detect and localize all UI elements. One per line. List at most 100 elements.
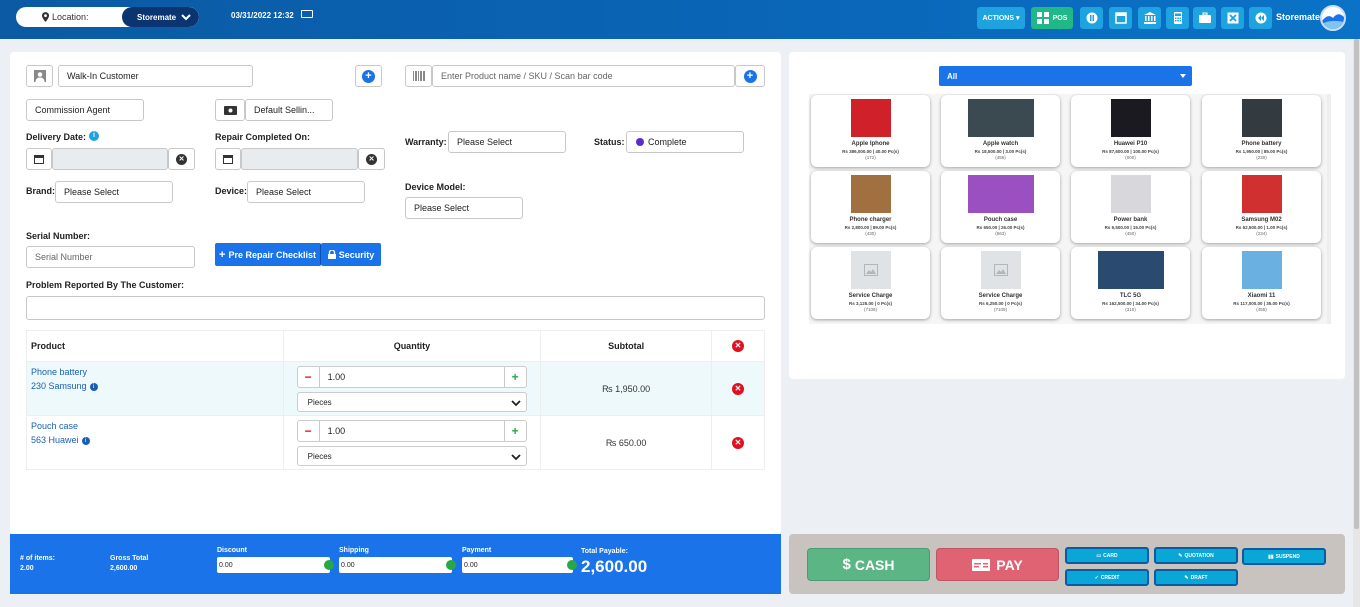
map-pin-icon <box>42 12 49 22</box>
warranty-select[interactable]: Please Select <box>448 131 566 153</box>
calculator-button[interactable] <box>1166 7 1189 29</box>
device-select[interactable]: Please Select <box>247 181 365 203</box>
close-register-button[interactable] <box>1221 7 1244 29</box>
product-card-sku: (450) <box>1125 231 1136 236</box>
customer-select[interactable]: Walk-In Customer <box>58 65 253 87</box>
edit-discount-icon[interactable] <box>324 560 334 570</box>
page-scrollbar[interactable] <box>1353 39 1360 607</box>
quotation-button[interactable]: ✎ QUOTATION <box>1154 547 1238 564</box>
product-card[interactable]: Xiaomi 11 Rs 117,000.00 | 35.00 Pc(s) (455… <box>1202 247 1321 319</box>
money-icon-box <box>215 99 245 121</box>
calendar-icon-box <box>215 148 241 170</box>
store-logo[interactable] <box>1320 5 1346 31</box>
product-card[interactable]: Pouch case Rs 650.00 | 26.00 Pc(s) (563) <box>941 171 1060 243</box>
add-customer-button[interactable]: + <box>355 65 382 87</box>
product-grid: Apple Iphone Rs 386,000.00 | 40.00 Pc(s)(… <box>809 94 1329 324</box>
brand-select[interactable]: Please Select <box>55 181 173 203</box>
suspend-button[interactable]: ▮▮ SUSPEND <box>1242 548 1326 565</box>
info-icon[interactable]: i <box>89 131 99 141</box>
plus-button[interactable]: + <box>503 367 526 387</box>
pre-repair-checklist-button[interactable]: + Pre Repair Checklist <box>215 243 321 266</box>
store-logo-image <box>1322 14 1344 29</box>
remove-all-icon[interactable]: ✕ <box>732 340 745 352</box>
remove-row-icon[interactable]: ✕ <box>732 436 745 449</box>
back-button[interactable] <box>1249 7 1272 29</box>
pause-button[interactable] <box>1080 7 1103 29</box>
remove-row-icon[interactable]: ✕ <box>732 382 745 395</box>
shipping-input[interactable]: 0.00 <box>339 557 456 573</box>
clear-repair-date-button[interactable]: ✕ <box>358 148 385 170</box>
plus-button[interactable]: + <box>503 421 526 441</box>
product-card-price: Rs 386,000.00 | 40.00 Pc(s) <box>842 149 899 154</box>
total-payable-value: 2,600.00 <box>581 557 648 576</box>
briefcase-button[interactable] <box>1193 7 1216 29</box>
chevron-down-icon <box>511 454 521 461</box>
lock-icon <box>327 250 336 259</box>
clear-cart-cell: ✕ <box>711 330 765 362</box>
product-card[interactable]: Phone charger Rs 2,800.00 | 89.00 Pc(s) (4… <box>811 171 930 243</box>
product-image <box>1241 251 1282 289</box>
product-search-input[interactable]: Enter Product name / SKU / Scan bar code <box>432 65 735 87</box>
quantity-input[interactable]: 1.00 <box>320 426 504 436</box>
product-card-price: Rs 18,500.00 | 3.00 Pc(s) <box>974 149 1027 154</box>
quantity-stepper: − 1.00 + <box>296 420 527 442</box>
location-selector[interactable]: Location: Storemate <box>16 7 199 27</box>
table-row: Phone battery 230 Samsung i − 1.00 + Piec… <box>26 361 765 416</box>
delivery-date-input[interactable] <box>52 148 168 170</box>
cash-button[interactable]: $ CASH <box>807 548 930 581</box>
repair-completed-input[interactable] <box>241 148 358 170</box>
edit-shipping-icon[interactable] <box>446 560 456 570</box>
product-card[interactable]: TLC 5G Rs 162,500.00 | 34.00 Pc(s) (310) <box>1071 247 1190 319</box>
product-card-sku: (563) <box>995 231 1006 236</box>
info-icon[interactable]: i <box>89 382 98 391</box>
product-card[interactable]: Phone battery Rs 1,950.00 | 85.00 Pc(s) (2… <box>1202 95 1321 167</box>
keyboard-icon[interactable] <box>301 10 313 18</box>
security-button[interactable]: Security <box>321 243 381 266</box>
product-card[interactable]: Apple watch Rs 18,500.00 | 3.00 Pc(s) (456… <box>941 95 1060 167</box>
shipping-label: Shipping <box>339 547 369 554</box>
product-name[interactable]: Pouch case <box>31 419 283 433</box>
product-name[interactable]: Phone battery <box>31 365 283 379</box>
unit-select[interactable]: Pieces <box>296 392 527 412</box>
grid-scrollbar[interactable] <box>1327 94 1331 324</box>
product-card-price: Rs 87,600.00 | 100.00 Pc(s) <box>1102 149 1159 154</box>
selling-price-group-select[interactable]: Default Sellin... <box>245 99 333 121</box>
status-select[interactable]: Complete <box>626 131 744 153</box>
product-card-name: Power bank <box>1113 217 1148 223</box>
category-filter-select[interactable]: All <box>939 66 1192 86</box>
user-icon <box>33 70 46 82</box>
product-card[interactable]: Power bank Rs 6,500.00 | 15.00 Pc(s) (450) <box>1071 171 1190 243</box>
pos-button[interactable]: POS <box>1031 7 1073 29</box>
discount-input[interactable]: 0.00 <box>217 557 334 573</box>
edit-payment-icon[interactable] <box>567 560 577 570</box>
commission-agent-select[interactable]: Commission Agent <box>26 99 144 121</box>
device-model-select[interactable]: Please Select <box>405 197 523 219</box>
product-image <box>850 251 891 289</box>
add-product-button[interactable]: + <box>735 65 765 87</box>
product-card[interactable]: Huawei P10 Rs 87,600.00 | 100.00 Pc(s) (00… <box>1071 95 1190 167</box>
row-subtotal: ₨ 650.00 <box>540 415 713 470</box>
product-card[interactable]: Service Charge Rs 3,125.00 | 0 Pc(s) (7108… <box>811 247 930 319</box>
serial-number-input[interactable]: Serial Number <box>26 246 195 268</box>
product-card-price: Rs 6,250.00 | 0 Pc(s) <box>978 301 1023 306</box>
window-button[interactable] <box>1109 7 1132 29</box>
pay-button[interactable]: PAY <box>936 548 1059 581</box>
quantity-input[interactable]: 1.00 <box>320 372 504 382</box>
minus-button[interactable]: − <box>298 367 320 387</box>
brand-label: Brand: <box>26 186 55 196</box>
problem-reported-input[interactable] <box>26 296 765 320</box>
minus-button[interactable]: − <box>298 421 320 441</box>
product-card[interactable]: Samsung M02 Rs 62,500.00 | 1.00 Pc(s) (234… <box>1202 171 1321 243</box>
card-button[interactable]: ▭ CARD <box>1065 547 1149 564</box>
actions-button[interactable]: ACTIONS ▾ <box>977 7 1025 29</box>
store-name: Storemate <box>1276 12 1321 22</box>
clear-delivery-date-button[interactable]: ✕ <box>168 148 195 170</box>
draft-button[interactable]: ✎ DRAFT <box>1154 569 1238 586</box>
info-icon[interactable]: i <box>81 436 90 445</box>
product-card[interactable]: Service Charge Rs 6,250.00 | 0 Pc(s) (7109… <box>941 247 1060 319</box>
unit-select[interactable]: Pieces <box>296 446 527 466</box>
credit-button[interactable]: ✓ CREDIT <box>1065 569 1149 586</box>
product-card[interactable]: Apple Iphone Rs 386,000.00 | 40.00 Pc(s)(… <box>811 95 930 167</box>
bank-button[interactable] <box>1138 7 1161 29</box>
payment-input[interactable]: 0.00 <box>462 557 577 573</box>
